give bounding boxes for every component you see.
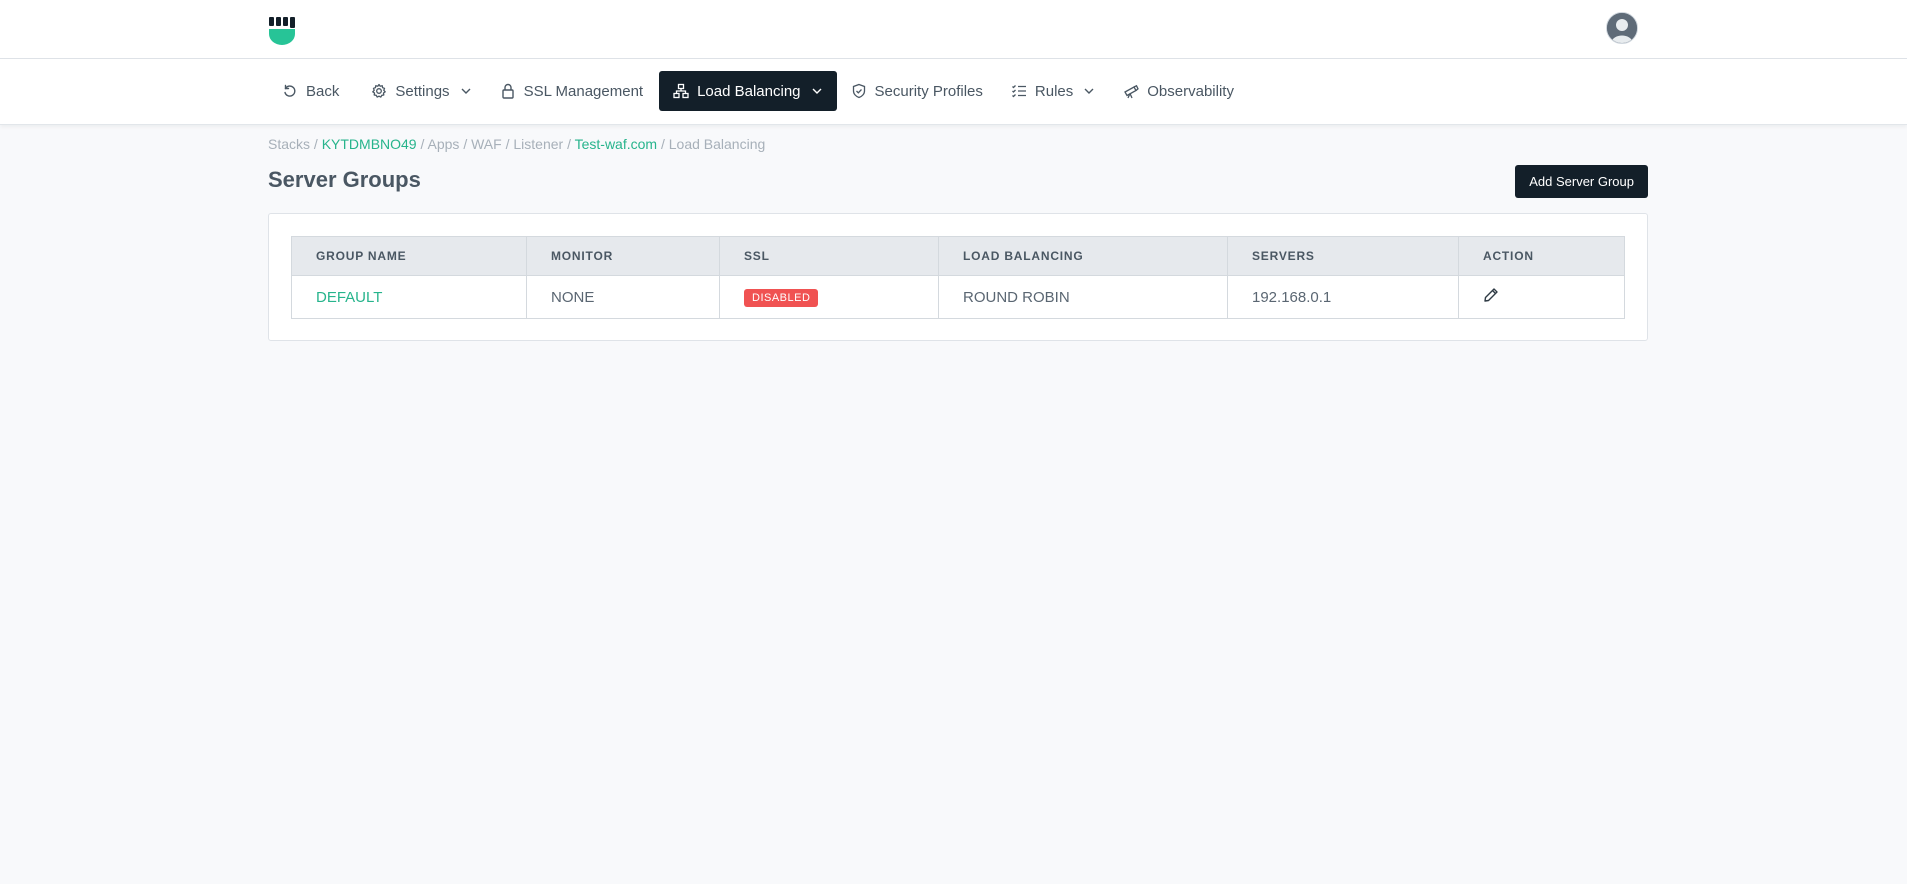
status-badge: DISABLED <box>744 288 819 307</box>
column-header-load-balancing[interactable]: LOAD BALANCING <box>938 236 1228 276</box>
nav-back-label: Back <box>306 82 340 100</box>
nav-security-profiles[interactable]: Security Profiles <box>837 71 997 111</box>
breadcrumb: Stacks / KYTDMBNO49 / Apps / WAF / Liste… <box>268 124 1648 168</box>
monitor-cell: NONE <box>526 275 720 319</box>
breadcrumb-stack-id[interactable]: KYTDMBNO49 <box>322 136 417 152</box>
breadcrumb-stacks[interactable]: Stacks <box>268 136 310 152</box>
nav-observability-label: Observability <box>1147 82 1234 100</box>
breadcrumb-domain[interactable]: Test-waf.com <box>575 136 657 152</box>
nav-rules-label: Rules <box>1034 82 1074 100</box>
nav-rules[interactable]: Rules <box>997 71 1109 111</box>
avatar[interactable] <box>1606 12 1638 44</box>
breadcrumb-listener[interactable]: Listener <box>513 136 563 152</box>
user-icon <box>1607 13 1637 43</box>
list-check-icon <box>1011 85 1026 98</box>
ssl-cell: DISABLED <box>719 275 939 319</box>
breadcrumb-separator: / <box>459 136 472 152</box>
logo-icon[interactable] <box>268 16 296 46</box>
breadcrumb-separator: / <box>501 136 514 152</box>
gear-icon <box>372 83 387 98</box>
add-server-group-button[interactable]: Add Server Group <box>1515 165 1648 198</box>
server-groups-card: GROUP NAME MONITOR SSL LOAD BALANCING SE… <box>268 213 1648 341</box>
shield-icon <box>852 83 865 99</box>
column-header-servers[interactable]: SERVERS <box>1227 236 1459 276</box>
column-header-monitor[interactable]: MONITOR <box>526 236 720 276</box>
nav-load-balancing-label: Load Balancing <box>697 82 801 100</box>
nav-back[interactable]: Back <box>268 71 353 111</box>
chevron-down-icon <box>1084 88 1094 94</box>
breadcrumb-separator: / <box>657 136 669 152</box>
group-name-link[interactable]: DEFAULT <box>291 275 527 319</box>
chevron-down-icon <box>812 88 822 94</box>
servers-cell: 192.168.0.1 <box>1227 275 1459 319</box>
server-groups-table: GROUP NAME MONITOR SSL LOAD BALANCING SE… <box>291 236 1625 319</box>
table-row: DEFAULT NONE DISABLED ROUND ROBIN 192.16… <box>291 275 1625 319</box>
network-icon <box>673 83 689 99</box>
action-cell <box>1458 275 1625 319</box>
pencil-icon[interactable] <box>1483 287 1499 303</box>
breadcrumb-separator: / <box>416 136 428 152</box>
page-title: Server Groups <box>268 167 421 192</box>
column-header-ssl[interactable]: SSL <box>719 236 939 276</box>
lock-icon <box>501 83 514 99</box>
nav-security-profiles-label: Security Profiles <box>874 82 983 100</box>
nav-settings-label: Settings <box>395 82 450 100</box>
column-header-group-name[interactable]: GROUP NAME <box>291 236 527 276</box>
nav-load-balancing[interactable]: Load Balancing <box>659 71 837 111</box>
nav-ssl-management[interactable]: SSL Management <box>486 71 658 111</box>
nav-observability[interactable]: Observability <box>1109 71 1248 111</box>
top-bar <box>0 0 1907 59</box>
main-content: Stacks / KYTDMBNO49 / Apps / WAF / Liste… <box>268 124 1648 341</box>
load-balancing-cell: ROUND ROBIN <box>938 275 1228 319</box>
chevron-down-icon <box>461 88 471 94</box>
nav-ssl-label: SSL Management <box>523 82 644 100</box>
breadcrumb-waf[interactable]: WAF <box>471 136 502 152</box>
nav-bar: Back Settings SSL Management Load Balanc… <box>0 59 1907 125</box>
back-icon <box>284 84 296 97</box>
nav-settings[interactable]: Settings <box>357 71 485 111</box>
breadcrumb-apps[interactable]: Apps <box>428 136 460 152</box>
column-header-action: ACTION <box>1458 236 1625 276</box>
breadcrumb-separator: / <box>563 136 575 152</box>
breadcrumb-separator: / <box>310 136 322 152</box>
breadcrumb-current: Load Balancing <box>668 136 766 152</box>
table-header-row: GROUP NAME MONITOR SSL LOAD BALANCING SE… <box>291 236 1625 276</box>
telescope-icon <box>1124 84 1140 99</box>
